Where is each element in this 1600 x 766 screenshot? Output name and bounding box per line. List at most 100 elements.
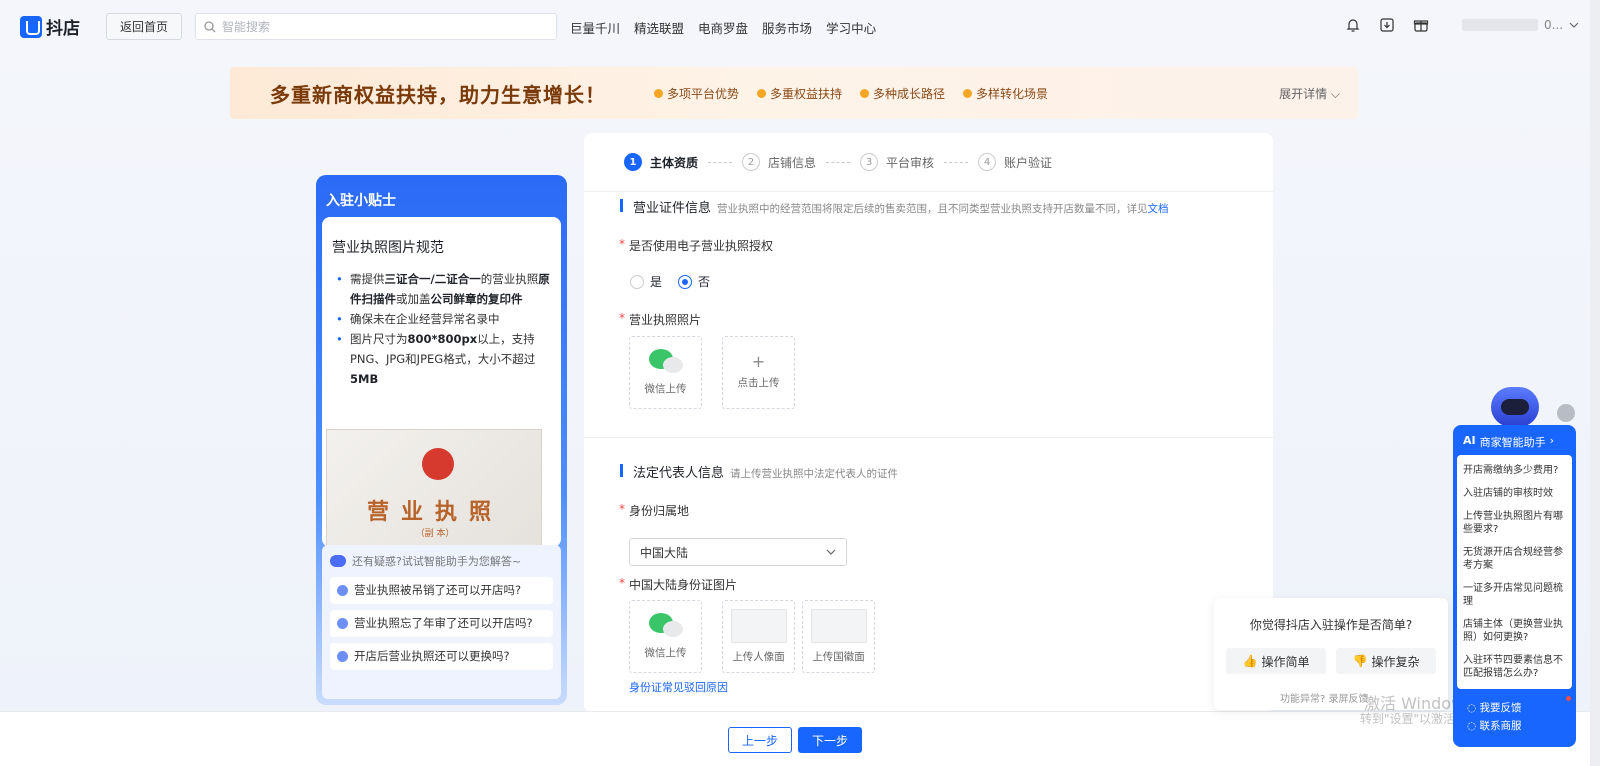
ai-question-item[interactable]: 入驻环节四要素信息不匹配报错怎么办?	[1457, 649, 1572, 685]
nav-item-alliance[interactable]: 精选联盟	[634, 18, 684, 37]
id-portrait-icon	[730, 609, 787, 643]
ai-robot-avatar[interactable]	[1491, 387, 1539, 427]
plus-icon: +	[751, 352, 766, 371]
id-reject-reasons-link[interactable]: 身份证常见驳回原因	[629, 679, 728, 695]
next-step-button[interactable]: 下一步	[798, 727, 862, 753]
banner-feature: 多项平台优势	[654, 85, 739, 102]
section-description: 请上传营业执照中法定代表人的证件	[730, 468, 899, 480]
banner-feature: 多重权益扶持	[757, 85, 842, 102]
tips-rule: 图片尺寸为800*800px以上，支持PNG、JPG和JPEG格式，大小不超过5…	[332, 329, 551, 389]
click-upload-license[interactable]: + 点击上传	[722, 336, 795, 409]
section-legal-rep: 法定代表人信息 请上传营业执照中法定代表人的证件	[620, 462, 898, 481]
id-region-select[interactable]: 中国大陆	[629, 538, 847, 566]
ai-question-item[interactable]: 店铺主体（更换营业执照）如何更换?	[1457, 613, 1572, 649]
ask-question-item[interactable]: 开店后营业执照还可以更换吗?	[330, 643, 553, 670]
back-home-button[interactable]: 返回首页	[106, 13, 182, 40]
tips-rule-list: 需提供三证合一/二证合一的营业执照原件扫描件或加盖公司鲜章的复印件 确保未在企业…	[332, 269, 551, 389]
electronic-license-label: 是否使用电子营业执照授权	[619, 237, 773, 254]
prev-step-button[interactable]: 上一步	[728, 727, 792, 753]
collapse-icon[interactable]	[1557, 404, 1575, 422]
top-bar: 抖店 返回首页 巨量千川 精选联盟 电商罗盘 服务市场 学习中心 0...	[0, 0, 1600, 52]
user-menu[interactable]: 0...	[1462, 18, 1579, 32]
nav-item-learning[interactable]: 学习中心	[826, 18, 876, 37]
ask-question-item[interactable]: 营业执照被吊销了还可以开店吗?	[330, 577, 553, 604]
radio-no[interactable]: 否	[678, 273, 710, 290]
feedback-complex-button[interactable]: 👎 操作复杂	[1336, 648, 1436, 674]
license-sample-subtitle: （副 本）	[415, 529, 455, 539]
ai-question-item[interactable]: 上传营业执照图片有哪些要求?	[1457, 505, 1572, 541]
user-name-blurred	[1462, 19, 1538, 31]
top-nav: 巨量千川 精选联盟 电商罗盘 服务市场 学习中心	[570, 18, 876, 37]
tips-card-title: 营业执照图片规范	[332, 240, 444, 256]
star-icon	[757, 88, 767, 98]
ai-question-item[interactable]: 一证多开店常见问题梳理	[1457, 577, 1572, 613]
search-icon	[204, 20, 216, 32]
bell-icon[interactable]	[1345, 17, 1361, 33]
thumbs-up-icon: 👍	[1242, 654, 1258, 668]
license-sample-title: 营业执照	[366, 500, 503, 525]
wechat-upload-id[interactable]: 微信上传	[629, 600, 702, 673]
user-name-suffix: 0...	[1544, 18, 1564, 32]
banner-feature: 多样转化场景	[963, 85, 1048, 102]
upload-id-front[interactable]: 上传人像面	[722, 600, 795, 673]
tips-card: 营业执照图片规范 需提供三证合一/二证合一的营业执照原件扫描件或加盖公司鲜章的复…	[322, 217, 561, 577]
section-description: 营业执照中的经营范围将限定后续的售卖范围，且不同类型营业执照支持开店数量不同，详…	[717, 203, 1169, 215]
wechat-upload-license[interactable]: 微信上传	[629, 336, 702, 409]
thumbs-down-icon: 👎	[1352, 654, 1368, 668]
nav-item-service-market[interactable]: 服务市场	[762, 18, 812, 37]
feedback-note[interactable]: 功能异常? 录屏反馈	[1280, 690, 1369, 705]
feedback-simple-button[interactable]: 👍 操作简单	[1226, 648, 1326, 674]
step-3: 3 平台审核	[860, 153, 934, 171]
logo-icon	[20, 15, 42, 38]
tips-panel: 入驻小贴士 营业执照图片规范 需提供三证合一/二证合一的营业执照原件扫描件或加盖…	[316, 175, 567, 705]
tips-title: 入驻小贴士	[326, 193, 396, 209]
ai-question-item[interactable]: 无货源开店合规经营参考方案	[1457, 541, 1572, 577]
logo[interactable]: 抖店	[20, 14, 80, 39]
download-icon[interactable]	[1379, 17, 1395, 33]
gift-icon[interactable]	[1413, 17, 1429, 33]
ai-question-item[interactable]: 入驻店铺的审核时效	[1457, 482, 1572, 505]
chevron-down-icon	[826, 549, 836, 555]
step-4: 4 账户验证	[978, 153, 1052, 171]
ask-header: 还有疑惑?试试智能助手为您解答~	[330, 553, 553, 569]
step-separator	[826, 161, 851, 163]
star-icon	[654, 88, 663, 98]
id-region-label: 身份归属地	[619, 502, 689, 519]
scrollbar[interactable]	[1590, 0, 1600, 766]
step-1: 1 主体资质	[624, 153, 698, 171]
radio-yes[interactable]: 是	[630, 273, 662, 290]
license-photo-label: 营业执照照片	[619, 311, 701, 328]
chevron-down-icon	[1569, 22, 1579, 28]
divider	[584, 191, 1273, 192]
search-box[interactable]	[195, 13, 557, 40]
banner-feature: 多种成长路径	[860, 85, 945, 102]
tips-rule: 确保未在企业经营异常名录中	[332, 309, 551, 329]
nav-item-qianchuan[interactable]: 巨量千川	[570, 18, 620, 37]
banner-features: 多项平台优势 多重权益扶持 多种成长路径 多样转化场景	[654, 85, 1048, 102]
top-icons	[1345, 17, 1429, 33]
id-emblem-icon	[810, 609, 867, 643]
ai-question-item[interactable]: 开店需缴纳多少费用?	[1457, 459, 1572, 482]
national-emblem-icon	[422, 448, 454, 480]
feedback-link[interactable]: ◌ 我要反馈	[1467, 699, 1522, 717]
nav-item-compass[interactable]: 电商罗盘	[698, 18, 748, 37]
tips-rule: 需提供三证合一/二证合一的营业执照原件扫描件或加盖公司鲜章的复印件	[332, 269, 551, 309]
step-2: 2 店铺信息	[742, 153, 816, 171]
promo-banner: 多重新商权益扶持，助力生意增长！ 多项平台优势 多重权益扶持 多种成长路径 多样…	[230, 67, 1358, 119]
application-form: 1 主体资质 2 店铺信息 3 平台审核 4 账户验证 营业证件信息 营业执照中的经营范…	[584, 133, 1273, 713]
banner-title: 多重新商权益扶持，助力生意增长！	[270, 82, 606, 107]
robot-icon	[330, 555, 346, 567]
banner-expand-link[interactable]: 展开详情 ⌵	[1279, 85, 1340, 102]
upload-id-back[interactable]: 上传国徽面	[802, 600, 875, 673]
wechat-icon	[648, 349, 683, 375]
ask-question-item[interactable]: 营业执照忘了年审了还可以开店吗?	[330, 610, 553, 637]
search-input[interactable]	[222, 19, 542, 34]
contact-service-link[interactable]: ◌ 联系商服	[1467, 717, 1522, 735]
doc-link[interactable]: 文档	[1148, 203, 1169, 215]
ai-footer: ◌ 我要反馈 ◌ 联系商服	[1467, 699, 1522, 735]
ai-assistant-header[interactable]: AI 商家智能助手 ›	[1463, 434, 1554, 450]
ask-assistant-box: 还有疑惑?试试智能助手为您解答~ 营业执照被吊销了还可以开店吗? 营业执照忘了年…	[322, 545, 561, 699]
id-photo-label: 中国大陆身份证图片	[619, 576, 737, 593]
ai-question-list: 开店需缴纳多少费用? 入驻店铺的审核时效 上传营业执照图片有哪些要求? 无货源开…	[1457, 455, 1572, 689]
feedback-question: 你觉得抖店入驻操作是否简单?	[1249, 618, 1413, 632]
